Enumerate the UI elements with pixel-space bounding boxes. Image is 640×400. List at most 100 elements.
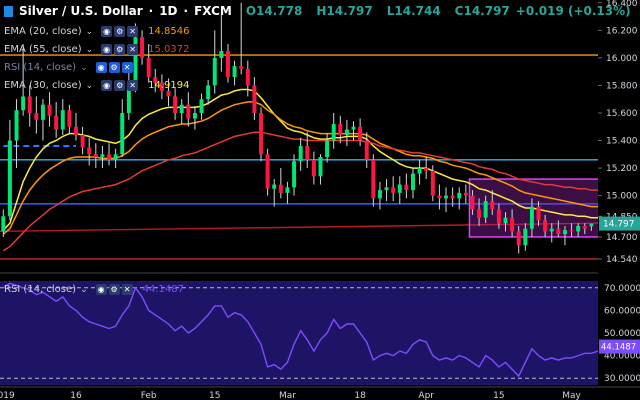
close-icon[interactable]: ✕ [127, 44, 139, 55]
candle-body [483, 201, 488, 218]
chevron-down-icon[interactable]: ⌄ [80, 285, 88, 295]
candle-body [259, 112, 263, 155]
legend-rsi-label[interactable]: RSI (14, close) [4, 284, 76, 295]
legend-rsi[interactable]: RSI (14, close) ⌄ ◉ ⚙ ✕ 44.1487 [4, 284, 184, 295]
symbol-name[interactable]: Silver / U.S. Dollar [19, 4, 143, 18]
candle-body [404, 184, 409, 191]
candle-body [292, 161, 297, 188]
legend-ema20-value: 14.8546 [148, 26, 190, 37]
candle-body [457, 192, 462, 199]
time-tick-label: 16 [70, 391, 82, 400]
legend-ema20-label[interactable]: EMA (20, close) [4, 26, 82, 37]
candle-body [569, 230, 574, 232]
legend-ema55[interactable]: EMA (55, close) ⌄ ◉ ⚙ ✕ 15.0372 [4, 44, 190, 55]
candle-body [477, 209, 482, 218]
legend-rsi-hidden-label[interactable]: RSI (14, close) [4, 62, 76, 73]
candle-body [318, 157, 323, 177]
candle-body [384, 187, 389, 191]
candle-body [536, 206, 541, 221]
rsi-last-label: 44.1487 [601, 343, 636, 353]
legend-rsi-value: 44.1487 [142, 284, 184, 295]
chevron-down-icon[interactable]: ⌄ [80, 63, 88, 73]
close-icon[interactable]: ✕ [127, 80, 139, 91]
candle-body [510, 217, 515, 232]
candle-body [199, 99, 204, 113]
ohlc-high: H14.797 [316, 4, 373, 18]
time-tick-label: Mar [279, 391, 296, 400]
symbol-exchange: FXCM [194, 4, 232, 18]
candle[interactable] [259, 107, 263, 162]
candle-body [186, 104, 191, 119]
price-chart-canvas[interactable]: 16.40016.20016.00015.80015.60015.40015.2… [0, 0, 640, 400]
candle-body [543, 220, 548, 232]
eye-icon[interactable]: ◉ [95, 62, 107, 73]
candle-body [67, 110, 72, 127]
candle-body [417, 168, 422, 174]
chevron-down-icon[interactable]: ⌄ [86, 81, 94, 91]
price-tick-label: 15.600 [606, 109, 638, 119]
candle[interactable] [265, 148, 270, 196]
candle-body [529, 206, 534, 229]
price-tick-label: 15.000 [606, 192, 638, 202]
time-tick-label: 15 [493, 391, 504, 400]
time-tick-label: Feb [141, 391, 157, 400]
rsi-tick-label: 60.0000 [604, 306, 640, 316]
candle-body [40, 104, 45, 120]
chevron-down-icon[interactable]: ⌄ [86, 27, 94, 37]
symbol-sep: · [183, 4, 189, 18]
legend-ema30-label[interactable]: EMA (30, close) [4, 80, 82, 91]
close-icon[interactable]: ✕ [121, 284, 133, 295]
legend-ema30-buttons: ◉ ⚙ ✕ [101, 80, 139, 91]
legend-ema20[interactable]: EMA (20, close) ⌄ ◉ ⚙ ✕ 14.8546 [4, 26, 190, 37]
close-icon[interactable]: ✕ [127, 26, 139, 37]
candle-body [331, 123, 336, 141]
time-tick-label: Apr [418, 391, 434, 400]
legend-ema55-value: 15.0372 [148, 44, 190, 55]
candle-body [87, 147, 92, 155]
candle-body [265, 154, 270, 189]
candle-body [7, 140, 12, 217]
candle-body [179, 104, 184, 113]
gear-icon[interactable]: ⚙ [114, 80, 126, 91]
candle-body [14, 110, 19, 141]
price-tick-label: 15.800 [606, 81, 638, 91]
legend-ema55-label[interactable]: EMA (55, close) [4, 44, 82, 55]
gear-icon[interactable]: ⚙ [114, 44, 126, 55]
candle-body [437, 195, 442, 199]
candle-body [523, 228, 528, 246]
eye-icon[interactable]: ◉ [95, 284, 107, 295]
chevron-down-icon[interactable]: ⌄ [86, 45, 94, 55]
candle-body [166, 90, 171, 97]
candle-body [232, 66, 237, 78]
candle-body [192, 112, 197, 119]
eye-icon[interactable]: ◉ [101, 80, 113, 91]
gear-icon[interactable]: ⚙ [114, 26, 126, 37]
candle-body [27, 96, 32, 113]
candle-body [54, 115, 59, 130]
legend-rsi-hidden[interactable]: RSI (14, close) ⌄ ◉ ⚙ ✕ [4, 62, 133, 73]
price-axis[interactable]: 16.40016.20016.00015.80015.60015.40015.2… [598, 0, 640, 400]
symbol-sep: · [148, 4, 154, 18]
candle-body [503, 217, 508, 224]
time-tick-label: 15 [209, 391, 220, 400]
rsi-tick-label: 70.0000 [604, 284, 640, 294]
candle-body [93, 154, 98, 158]
legend-ema20-buttons: ◉ ⚙ ✕ [101, 26, 139, 37]
candle-body [516, 231, 521, 246]
legend-ema30[interactable]: EMA (30, close) ⌄ ◉ ⚙ ✕ 14.9194 [4, 80, 190, 91]
eye-icon[interactable]: ◉ [101, 44, 113, 55]
symbol-interval[interactable]: 1D [159, 4, 177, 18]
candle-body [338, 123, 343, 135]
candle-body [430, 170, 435, 196]
gear-icon[interactable]: ⚙ [108, 62, 120, 73]
candle-body [358, 126, 363, 141]
candle-body [556, 228, 561, 235]
gear-icon[interactable]: ⚙ [108, 284, 120, 295]
candle-body [549, 228, 554, 232]
price-tick-label: 15.400 [606, 137, 638, 147]
eye-icon[interactable]: ◉ [101, 26, 113, 37]
close-icon[interactable]: ✕ [121, 62, 133, 73]
candle-body [364, 140, 369, 160]
candle-body [589, 223, 594, 227]
price-tick-label: 15.200 [606, 164, 638, 174]
